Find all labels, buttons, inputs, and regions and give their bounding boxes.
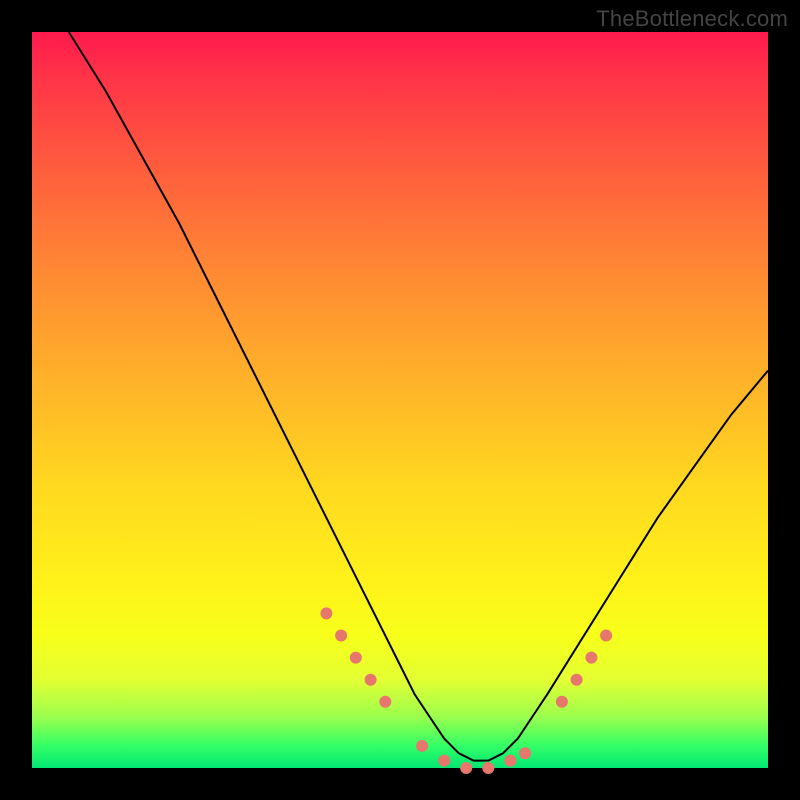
highlight-marker <box>482 762 494 774</box>
highlight-marker <box>320 607 332 619</box>
highlight-marker <box>416 740 428 752</box>
highlight-marker <box>571 674 583 686</box>
watermark-text: TheBottleneck.com <box>596 6 788 32</box>
highlight-marker-group <box>320 607 612 774</box>
highlight-marker <box>379 696 391 708</box>
highlight-marker <box>519 747 531 759</box>
highlight-marker <box>350 652 362 664</box>
highlight-marker <box>460 762 472 774</box>
highlight-marker <box>504 755 516 767</box>
highlight-marker <box>438 755 450 767</box>
highlight-marker <box>335 630 347 642</box>
highlight-marker <box>585 652 597 664</box>
highlight-marker <box>365 674 377 686</box>
bottleneck-curve-line <box>69 32 768 761</box>
highlight-marker <box>556 696 568 708</box>
highlight-marker <box>600 630 612 642</box>
chart-svg <box>32 32 768 768</box>
chart-plot-area <box>32 32 768 768</box>
